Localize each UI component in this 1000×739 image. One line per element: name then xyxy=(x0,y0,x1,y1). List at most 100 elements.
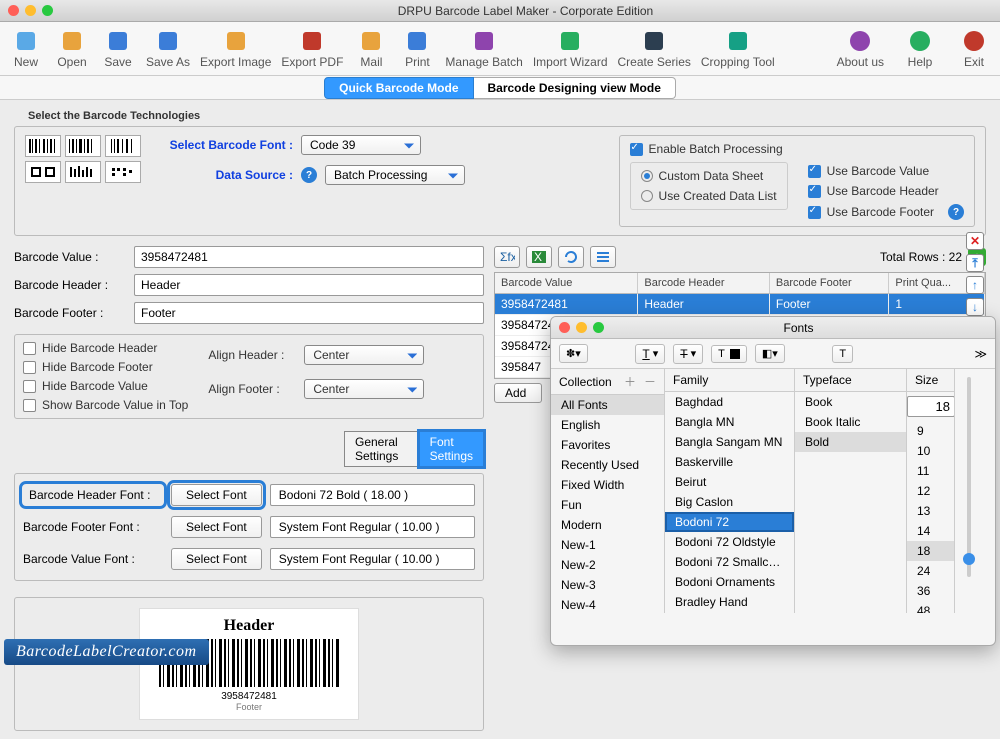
grid-refresh-button[interactable] xyxy=(558,246,584,268)
align-footer-combo[interactable]: Center xyxy=(304,379,424,399)
fonts-underline-button[interactable]: T▾ xyxy=(635,344,665,364)
barcode-type-1[interactable] xyxy=(25,135,61,157)
toolbar-print[interactable]: Print xyxy=(399,29,435,69)
fc-fam-item[interactable]: Bangla MN xyxy=(665,412,794,432)
custom-data-radio[interactable] xyxy=(641,170,653,182)
font-size-input[interactable] xyxy=(907,396,955,417)
select-font-footer-button[interactable]: Select Font xyxy=(171,516,262,538)
fc-size-item[interactable]: 48 xyxy=(907,601,954,613)
fonts-min-icon[interactable] xyxy=(576,322,587,333)
grid-fx-button[interactable]: Σfx xyxy=(494,246,520,268)
minimize-traffic-icon[interactable] xyxy=(25,5,36,16)
fc-size-item[interactable]: 36 xyxy=(907,581,954,601)
select-font-value-button[interactable]: Select Font xyxy=(171,548,262,570)
fc-type-item[interactable]: Book xyxy=(795,392,906,412)
fonts-strike-button[interactable]: T▾ xyxy=(673,344,703,364)
zoom-traffic-icon[interactable] xyxy=(42,5,53,16)
toolbar-help[interactable]: Help xyxy=(902,29,938,69)
use-barcode-header-checkbox[interactable] xyxy=(808,185,821,198)
fc-size-item[interactable]: 13 xyxy=(907,501,954,521)
data-source-help-icon[interactable]: ? xyxy=(301,167,317,183)
fonts-gear-button[interactable]: ✽▾ xyxy=(559,344,588,363)
move-top-button[interactable]: ⤒ xyxy=(966,254,984,272)
barcode-footer-input[interactable] xyxy=(134,302,484,324)
close-traffic-icon[interactable] xyxy=(8,5,19,16)
grid-list-button[interactable] xyxy=(590,246,616,268)
toolbar-export-pdf[interactable]: Export PDF xyxy=(281,29,343,69)
table-row[interactable]: 3958472481HeaderFooter1 xyxy=(495,294,985,315)
tab-designing-view[interactable]: Barcode Designing view Mode xyxy=(474,77,676,99)
data-source-combo[interactable]: Batch Processing xyxy=(325,165,465,185)
fc-coll-item[interactable]: All Fonts xyxy=(551,395,664,415)
created-data-radio[interactable] xyxy=(641,190,653,202)
fc-fam-item[interactable]: Baghdad xyxy=(665,392,794,412)
toolbar-mail[interactable]: Mail xyxy=(353,29,389,69)
fonts-typography-button[interactable]: T xyxy=(832,345,853,363)
barcode-header-input[interactable] xyxy=(134,274,484,296)
toolbar-create-series[interactable]: Create Series xyxy=(618,29,691,69)
toolbar-cropping-tool[interactable]: Cropping Tool xyxy=(701,29,775,69)
barcode-value-input[interactable] xyxy=(134,246,484,268)
toolbar-save-as[interactable]: Save As xyxy=(146,29,190,69)
grid-col-header[interactable]: Barcode Header xyxy=(638,273,769,294)
toolbar-export-image[interactable]: Export Image xyxy=(200,29,271,69)
toolbar-about-us[interactable]: About us xyxy=(837,29,884,69)
toolbar-manage-batch[interactable]: Manage Batch xyxy=(445,29,522,69)
align-header-combo[interactable]: Center xyxy=(304,345,424,365)
use-barcode-footer-checkbox[interactable] xyxy=(808,206,821,219)
use-barcode-value-checkbox[interactable] xyxy=(808,165,821,178)
barcode-type-3[interactable] xyxy=(105,135,141,157)
fc-coll-item[interactable]: New-3 xyxy=(551,575,664,595)
remove-collection-icon[interactable]: － xyxy=(644,373,656,390)
fc-size-item[interactable]: 24 xyxy=(907,561,954,581)
fonts-color-button[interactable]: T xyxy=(711,345,747,363)
toolbar-open[interactable]: Open xyxy=(54,29,90,69)
fc-fam-item[interactable]: Bradley Hand xyxy=(665,592,794,612)
barcode-type-2[interactable] xyxy=(65,135,101,157)
fc-size-item[interactable]: 11 xyxy=(907,461,954,481)
fc-coll-item[interactable]: Recently Used xyxy=(551,455,664,475)
barcode-type-6[interactable] xyxy=(105,161,141,183)
fc-coll-item[interactable]: New-2 xyxy=(551,555,664,575)
fonts-more-icon[interactable]: ≫ xyxy=(974,347,987,361)
fc-fam-item[interactable]: Bangla Sangam MN xyxy=(665,432,794,452)
move-up-button[interactable]: ↑ xyxy=(966,276,984,294)
fc-fam-item[interactable]: Beirut xyxy=(665,472,794,492)
hide-header-checkbox[interactable] xyxy=(23,342,36,355)
barcode-font-combo[interactable]: Code 39 xyxy=(301,135,421,155)
fc-coll-item[interactable]: Modern xyxy=(551,515,664,535)
fc-fam-item[interactable]: Baskerville xyxy=(665,452,794,472)
delete-row-button[interactable]: ✕ xyxy=(966,232,984,250)
fc-coll-item[interactable]: Fun xyxy=(551,495,664,515)
fc-size-item[interactable]: 10 xyxy=(907,441,954,461)
fonts-bgcolor-button[interactable]: ◧▾ xyxy=(755,344,785,363)
fc-fam-item[interactable]: Bodoni 72 Smallcaps xyxy=(665,552,794,572)
hide-footer-checkbox[interactable] xyxy=(23,361,36,374)
tab-general-settings[interactable]: General Settings xyxy=(344,431,419,467)
fc-size-item[interactable]: 12 xyxy=(907,481,954,501)
fonts-close-icon[interactable] xyxy=(559,322,570,333)
tab-quick-barcode[interactable]: Quick Barcode Mode xyxy=(324,77,473,99)
toolbar-save[interactable]: Save xyxy=(100,29,136,69)
fc-coll-item[interactable]: English xyxy=(551,415,664,435)
fc-type-item[interactable]: Bold xyxy=(795,432,906,452)
fc-coll-item[interactable]: New-4 xyxy=(551,595,664,613)
fc-size-item[interactable]: 9 xyxy=(907,421,954,441)
grid-col-header[interactable]: Barcode Value xyxy=(495,273,638,294)
fc-fam-item[interactable]: Big Caslon xyxy=(665,492,794,512)
fc-fam-item[interactable]: Bodoni 72 xyxy=(665,512,794,532)
fc-coll-item[interactable]: New-1 xyxy=(551,535,664,555)
fc-fam-item[interactable]: Bodoni Ornaments xyxy=(665,572,794,592)
fc-size-item[interactable]: 18 xyxy=(907,541,954,561)
fc-coll-item[interactable]: Fixed Width xyxy=(551,475,664,495)
toolbar-import-wizard[interactable]: Import Wizard xyxy=(533,29,608,69)
grid-col-header[interactable]: Barcode Footer xyxy=(770,273,890,294)
tab-font-settings[interactable]: Font Settings xyxy=(419,431,484,467)
font-size-slider[interactable] xyxy=(967,377,971,577)
fonts-zoom-icon[interactable] xyxy=(593,322,604,333)
fc-coll-item[interactable]: Favorites xyxy=(551,435,664,455)
fc-size-item[interactable]: 14 xyxy=(907,521,954,541)
select-font-header-button[interactable]: Select Font xyxy=(171,484,262,506)
grid-excel-button[interactable]: X xyxy=(526,246,552,268)
add-button[interactable]: Add xyxy=(494,383,542,403)
